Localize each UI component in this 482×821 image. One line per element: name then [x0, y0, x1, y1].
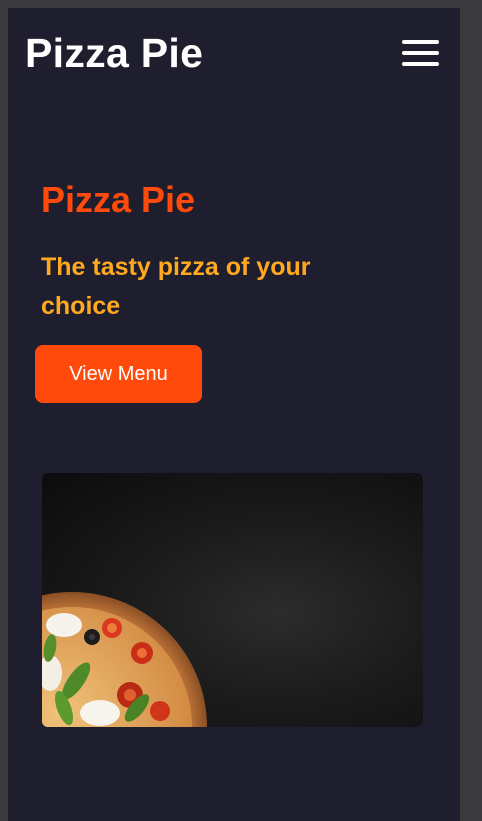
hamburger-line: [402, 62, 439, 66]
hero-title: Pizza Pie: [41, 179, 196, 220]
hero-subtitle: The tasty pizza of your choice: [41, 253, 311, 320]
hamburger-line: [402, 51, 439, 55]
hamburger-menu-icon[interactable]: [402, 38, 440, 68]
navbar: Pizza Pie: [8, 8, 460, 100]
brand-logo-text[interactable]: Pizza Pie: [25, 26, 203, 80]
pizza-hero-image: [42, 473, 423, 727]
page-viewport: Pizza Pie Pizza Pie The tasty pizza of y…: [8, 8, 460, 821]
hamburger-line: [402, 40, 439, 44]
view-menu-button[interactable]: View Menu: [35, 345, 202, 403]
pizza-illustration: [42, 592, 207, 727]
